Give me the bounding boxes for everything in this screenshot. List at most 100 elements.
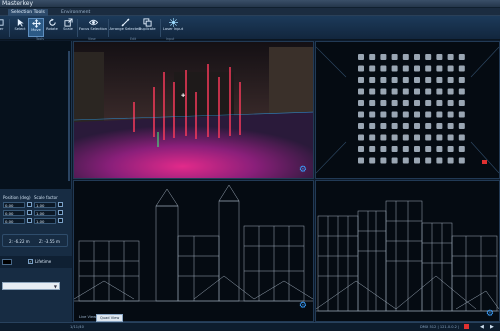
fixture-icon[interactable]	[447, 88, 454, 95]
fixture-icon[interactable]	[436, 123, 443, 129]
fixture-icon[interactable]	[458, 88, 465, 95]
fixture-icon[interactable]	[391, 100, 398, 106]
duplicate-button[interactable]: Duplicate	[138, 18, 156, 37]
fixture-icon[interactable]	[414, 146, 420, 152]
position-x-field[interactable]: 0.00	[3, 202, 25, 208]
fixture-icon[interactable]	[358, 65, 364, 72]
fixture-icon[interactable]	[358, 111, 364, 118]
position-x-lock[interactable]	[27, 202, 32, 207]
fixture-icon[interactable]	[402, 111, 409, 118]
fixture-icon[interactable]	[402, 88, 409, 95]
fixture-icon[interactable]	[402, 146, 409, 152]
fixture-icon[interactable]	[458, 54, 465, 60]
fixture-icon[interactable]	[458, 157, 465, 164]
fixture-icon[interactable]	[391, 77, 398, 83]
fixture-icon[interactable]	[447, 146, 454, 152]
fixture-icon[interactable]	[447, 77, 454, 83]
fixture-icon[interactable]	[447, 54, 454, 60]
fixture-icon[interactable]	[391, 65, 398, 72]
fixture-icon[interactable]	[447, 134, 454, 141]
fixture-icon[interactable]	[414, 111, 420, 118]
fixture-icon[interactable]	[369, 111, 376, 118]
fixture-icon[interactable]	[447, 65, 454, 72]
fixture-icon[interactable]	[425, 88, 432, 95]
fixture-icon[interactable]	[436, 134, 443, 141]
viewport-top[interactable]	[315, 41, 500, 179]
fixture-icon[interactable]	[380, 88, 387, 95]
fixture-icon[interactable]	[402, 134, 409, 141]
fixture-icon[interactable]	[369, 146, 376, 152]
scale-z-field[interactable]: 1.00	[34, 218, 56, 224]
fixture-icon[interactable]	[458, 77, 465, 83]
viewport-camera[interactable]: ✚ ⚙	[73, 41, 314, 179]
fixture-icon[interactable]	[358, 134, 364, 141]
fixture-icon[interactable]	[369, 134, 376, 141]
position-y-lock[interactable]	[27, 210, 32, 215]
fixture-icon[interactable]	[447, 100, 454, 106]
scale-x-field[interactable]: 1.00	[34, 202, 56, 208]
fixture-icon[interactable]	[380, 146, 387, 152]
fixture-icon[interactable]	[414, 157, 420, 164]
fixture-icon[interactable]	[380, 65, 387, 72]
scene-tree-scrollbar[interactable]	[68, 51, 70, 181]
fixture-icon[interactable]	[369, 157, 376, 164]
laser-input-button[interactable]: Laser Input	[163, 18, 183, 37]
settings-gear-icon[interactable]: ⚙	[486, 309, 494, 319]
fixture-icon[interactable]	[414, 100, 420, 106]
fixture-icon[interactable]	[358, 100, 364, 106]
fixture-icon[interactable]	[380, 123, 387, 129]
fixture-icon[interactable]	[447, 157, 454, 164]
fixture-icon[interactable]	[369, 77, 376, 83]
fixture-icon[interactable]	[425, 157, 432, 164]
fixture-icon[interactable]	[436, 88, 443, 95]
fixture-icon[interactable]	[458, 100, 465, 106]
fixture-icon[interactable]	[458, 123, 465, 129]
fixture-icon[interactable]	[447, 111, 454, 118]
effect-dropdown[interactable]: ▼	[2, 282, 60, 290]
scale-z-lock[interactable]	[58, 218, 63, 223]
position-y-field[interactable]: 0.00	[3, 210, 25, 216]
fixture-icon[interactable]	[458, 134, 465, 141]
fixture-icon[interactable]	[458, 146, 465, 152]
fixture-icon[interactable]	[414, 65, 420, 72]
fixture-icon[interactable]	[402, 157, 409, 164]
fixture-icon[interactable]	[414, 54, 420, 60]
fixture-icon[interactable]	[402, 65, 409, 72]
fixture-icon[interactable]	[414, 123, 420, 129]
fixture-icon[interactable]	[402, 100, 409, 106]
fixture-icon[interactable]	[358, 157, 364, 164]
fixture-icon[interactable]	[436, 111, 443, 118]
fixture-icon[interactable]	[391, 134, 398, 141]
fixture-icon[interactable]	[425, 123, 432, 129]
scale-x-lock[interactable]	[58, 202, 63, 207]
fixture-icon[interactable]	[358, 123, 364, 129]
color-swatch[interactable]	[2, 259, 12, 265]
scale-y-lock[interactable]	[58, 210, 63, 215]
position-z-field[interactable]: 0.00	[3, 218, 25, 224]
scale-button[interactable]: Scale	[60, 18, 76, 37]
position-z-lock[interactable]	[27, 218, 32, 223]
viewport-side[interactable]: ⚙	[315, 180, 500, 322]
fixture-icon[interactable]	[402, 54, 409, 60]
fixture-icon[interactable]	[458, 65, 465, 72]
fixture-icon[interactable]	[369, 54, 376, 60]
fixture-icon[interactable]	[369, 123, 376, 129]
fixture-icon[interactable]	[436, 157, 443, 164]
fixture-icon[interactable]	[358, 146, 364, 152]
fixture-icon[interactable]	[436, 100, 443, 106]
settings-gear-icon[interactable]: ⚙	[299, 301, 307, 311]
fixture-icon[interactable]	[369, 65, 376, 72]
fixture-icon[interactable]	[458, 111, 465, 118]
fixture-icon[interactable]	[369, 100, 376, 106]
fixture-icon[interactable]	[391, 146, 398, 152]
fixture-icon[interactable]	[414, 88, 420, 95]
fixture-icon[interactable]	[425, 134, 432, 141]
fixture-icon[interactable]	[402, 123, 409, 129]
fixture-icon[interactable]	[436, 146, 443, 152]
fixture-icon[interactable]	[425, 65, 432, 72]
fixture-icon[interactable]	[391, 88, 398, 95]
fixture-icon[interactable]	[380, 100, 387, 106]
fixture-icon[interactable]	[380, 77, 387, 83]
fixture-icon[interactable]	[425, 111, 432, 118]
fixture-icon[interactable]	[380, 157, 387, 164]
